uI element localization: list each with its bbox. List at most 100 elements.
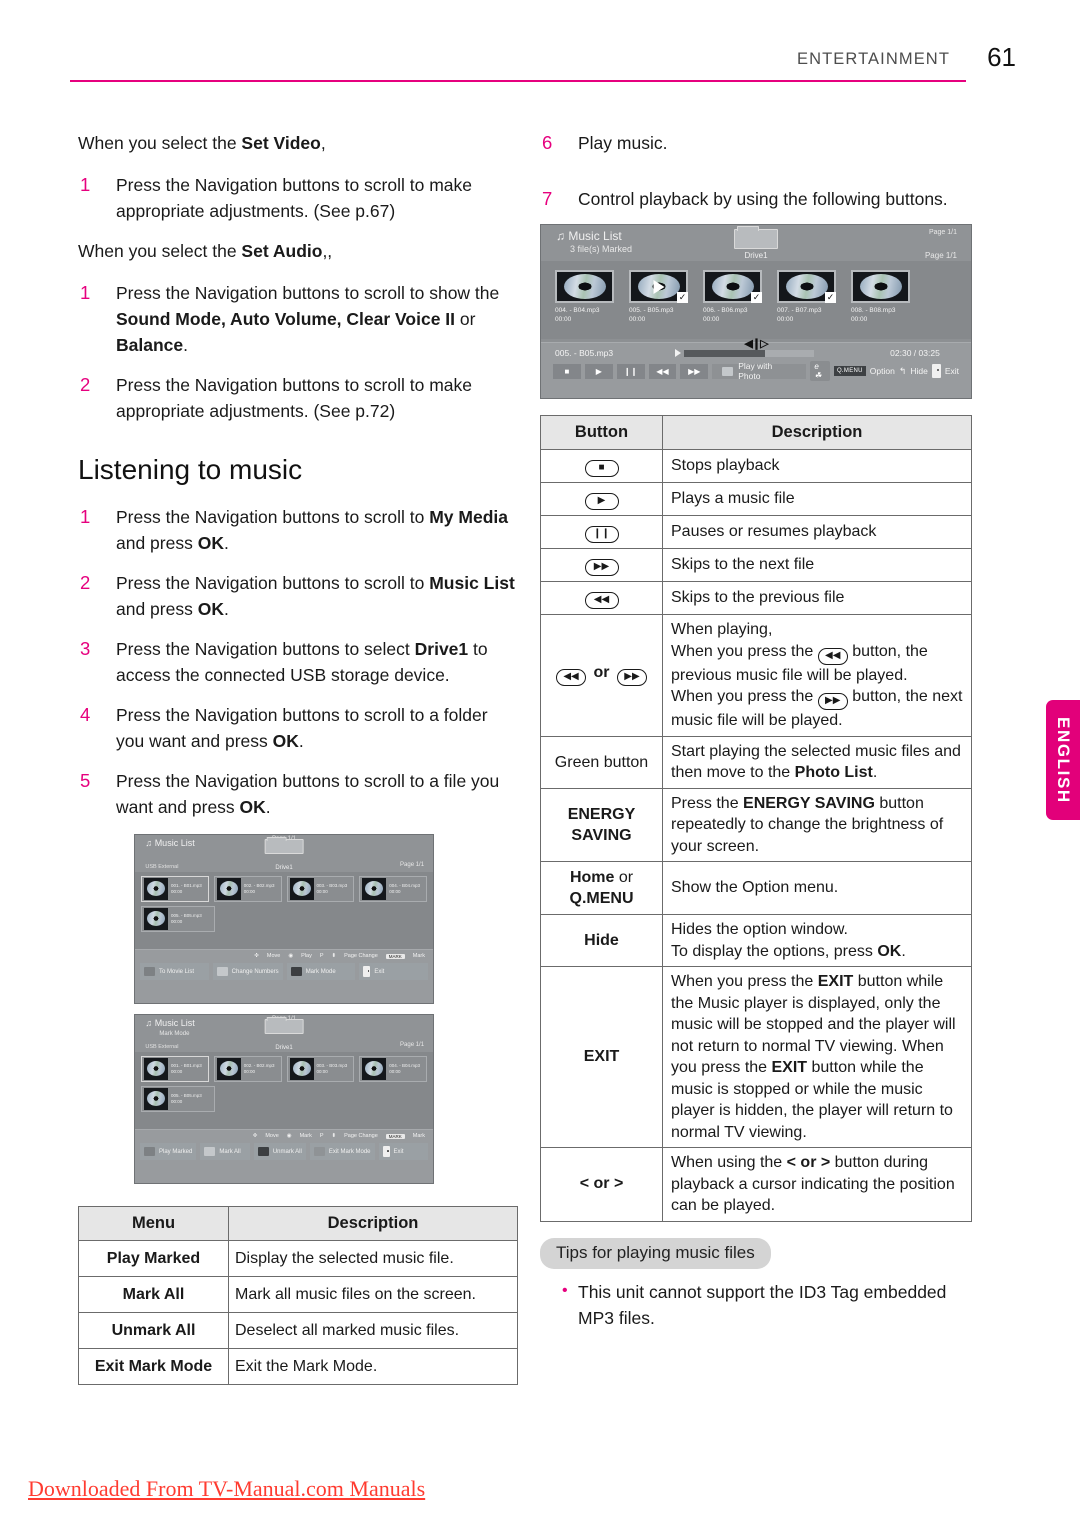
key-hide: Hide bbox=[540, 914, 663, 967]
step-number: 1 bbox=[80, 506, 91, 527]
list-item[interactable]: 005. - B05.mp3 00:00 bbox=[141, 905, 215, 932]
disc-thumbnail: ✓ bbox=[629, 270, 688, 303]
ok-icon: ◉ bbox=[288, 953, 294, 960]
key-left-right: < or > bbox=[540, 1147, 663, 1222]
disc-icon bbox=[219, 1061, 238, 1077]
language-tab-label: ENGLISH bbox=[1054, 716, 1073, 804]
play-with-photo-button[interactable]: Play with Photo bbox=[712, 361, 807, 381]
mark-all-button[interactable]: Mark All bbox=[200, 1143, 250, 1161]
disc-icon bbox=[147, 881, 165, 897]
now-playing-row: ◀❙▷ 005. - B05.mp3 02:30 / 03:25 bbox=[541, 338, 971, 358]
exit-button[interactable]: Exit bbox=[359, 963, 428, 981]
disc-thumbnail bbox=[289, 877, 314, 900]
stop-button[interactable]: ■ bbox=[553, 363, 581, 379]
osd-footer: ✜ Move ◉ Mark P ⬍ Page Change MARK Mark … bbox=[135, 1129, 433, 1183]
disc-thumbnail bbox=[144, 1057, 168, 1080]
intro-punct: ,, bbox=[322, 241, 333, 261]
list-item[interactable]: 004. - B04.mp3 00:00 bbox=[359, 1055, 427, 1082]
exit-button[interactable]: Exit bbox=[378, 1143, 428, 1161]
progress-bar[interactable] bbox=[684, 349, 814, 357]
fastforward-button[interactable]: ▶▶ bbox=[680, 363, 709, 379]
list-item[interactable]: 001. - B01.mp3 00:00 bbox=[141, 875, 209, 902]
unmark-all-button[interactable]: Unmark All bbox=[253, 1143, 306, 1161]
file-meta: 005. - B05.mp3 00:00 bbox=[629, 306, 694, 324]
stop-key-icon: ■ bbox=[584, 460, 619, 477]
file-time: 00:00 bbox=[243, 888, 256, 894]
key-play: ▶ bbox=[540, 482, 663, 516]
list-item[interactable]: ✓ 007. - B07.mp3 00:00 bbox=[777, 270, 842, 335]
play-marked-button[interactable]: Play Marked bbox=[140, 1143, 197, 1161]
or-label: or bbox=[614, 869, 634, 886]
list-item[interactable]: ✓ 006. - B06.mp3 00:00 bbox=[703, 270, 768, 335]
list-item[interactable]: 002. - B02.mp3 00:00 bbox=[213, 875, 282, 902]
key-home-qmenu: Home or Q.MENU bbox=[540, 861, 663, 915]
exit-door-icon bbox=[382, 1146, 390, 1158]
hint-p-key: P bbox=[319, 953, 324, 960]
list-item: 5 Press the Navigation buttons to scroll… bbox=[78, 768, 518, 820]
table-header-row: Button Description bbox=[540, 415, 972, 450]
file-time: 00:00 bbox=[243, 1068, 256, 1074]
table-row: Mark All Mark all music files on the scr… bbox=[78, 1276, 518, 1313]
play-button[interactable]: ▶ bbox=[584, 363, 613, 379]
pause-key-icon: ❙❙ bbox=[584, 526, 619, 543]
list-item[interactable]: ✓ 005. - B05.mp3 00:00 bbox=[629, 270, 694, 335]
file-time: 00:00 bbox=[851, 316, 868, 323]
exit-key-label: EXIT bbox=[817, 973, 854, 990]
list-item[interactable]: 003. - B03.mp3 00:00 bbox=[286, 875, 355, 902]
osd-file-grid: Page 1/1 001. - B01.mp3 00:00 002. - B02… bbox=[135, 862, 433, 950]
to-movie-list-button[interactable]: To Movie List bbox=[140, 963, 209, 981]
disc-icon bbox=[859, 274, 902, 299]
list-item[interactable]: 002. - B02.mp3 00:00 bbox=[213, 1055, 282, 1082]
menu-name: Play Marked bbox=[78, 1240, 229, 1277]
option-label[interactable]: Option bbox=[870, 366, 895, 376]
list-item[interactable]: 003. - B03.mp3 00:00 bbox=[286, 1055, 355, 1082]
list-item: 1 Press the Navigation buttons to scroll… bbox=[78, 172, 518, 224]
list-item[interactable]: 004. - B04.mp3 00:00 bbox=[555, 270, 620, 335]
intro-text: When you select the bbox=[78, 241, 242, 261]
set-video-steps: 1 Press the Navigation buttons to scroll… bbox=[78, 172, 518, 224]
file-meta: 004. - B04.mp3 00:00 bbox=[555, 306, 620, 324]
key-prev-or-next: ◀◀ or ▶▶ bbox=[540, 614, 663, 737]
step-number: 1 bbox=[80, 174, 91, 195]
osd-footer: ✜ Move ◉ Play P ⬍ Page Change MARK Mark … bbox=[135, 949, 433, 1003]
progress-area[interactable] bbox=[675, 349, 873, 357]
marked-check-icon: ✓ bbox=[751, 292, 762, 303]
exit-label[interactable]: Exit bbox=[945, 366, 959, 376]
button-label: Exit bbox=[393, 1148, 404, 1155]
disc-icon bbox=[365, 1061, 384, 1077]
energy-saving-icon[interactable]: e☘ bbox=[810, 361, 830, 381]
list-item: 7 Control playback by using the followin… bbox=[540, 186, 972, 212]
hint-p-key: P bbox=[319, 1133, 324, 1140]
list-item[interactable]: 004. - B04.mp3 00:00 bbox=[359, 875, 427, 902]
osd-file-grid: Page 1/1 001. - B01.mp3 00:00 002. - B02… bbox=[135, 1042, 433, 1130]
list-item: 1 Press the Navigation buttons to scroll… bbox=[78, 504, 518, 556]
step-text: and press bbox=[116, 533, 198, 553]
list-item[interactable]: 008. - B08.mp3 00:00 bbox=[851, 270, 916, 335]
file-time: 00:00 bbox=[171, 1068, 183, 1074]
disc-icon bbox=[365, 881, 384, 897]
next-key-icon: ▶▶ bbox=[616, 669, 647, 687]
folder-icon bbox=[264, 1016, 304, 1035]
exit-mark-mode-button[interactable]: Exit Mark Mode bbox=[309, 1143, 375, 1161]
page-indicator-right: Page 1/1 bbox=[924, 251, 957, 260]
menu-description: Exit the Mark Mode. bbox=[228, 1348, 518, 1385]
menu-name: Mark All bbox=[78, 1276, 229, 1313]
osd-header: Page 1/1 ♫ Music List 3 file(s) Marked D… bbox=[541, 225, 971, 261]
change-numbers-button[interactable]: Change Numbers bbox=[212, 963, 283, 981]
pause-button[interactable]: ❙❙ bbox=[616, 363, 645, 379]
mark-mode-button[interactable]: Mark Mode bbox=[286, 963, 356, 981]
desc-line-2: To display the options, press bbox=[671, 942, 878, 960]
file-meta: 003. - B03.mp3 00:00 bbox=[317, 883, 348, 895]
list-item[interactable]: 005. - B05.mp3 00:00 bbox=[141, 1085, 215, 1112]
or-label: or bbox=[593, 664, 610, 682]
play-indicator-icon bbox=[653, 279, 664, 294]
hide-label[interactable]: Hide bbox=[910, 366, 927, 376]
file-time: 00:00 bbox=[316, 1068, 328, 1074]
button-label: Mark All bbox=[219, 1148, 241, 1155]
step-bold: Drive1 bbox=[414, 639, 469, 659]
list-item[interactable]: 001. - B01.mp3 00:00 bbox=[141, 1055, 209, 1082]
rewind-button[interactable]: ◀◀ bbox=[648, 363, 677, 379]
qmenu-key-label: Q.MENU bbox=[569, 890, 634, 907]
file-time: 00:00 bbox=[777, 316, 794, 323]
list-item: 2 Press the Navigation buttons to scroll… bbox=[78, 570, 518, 622]
